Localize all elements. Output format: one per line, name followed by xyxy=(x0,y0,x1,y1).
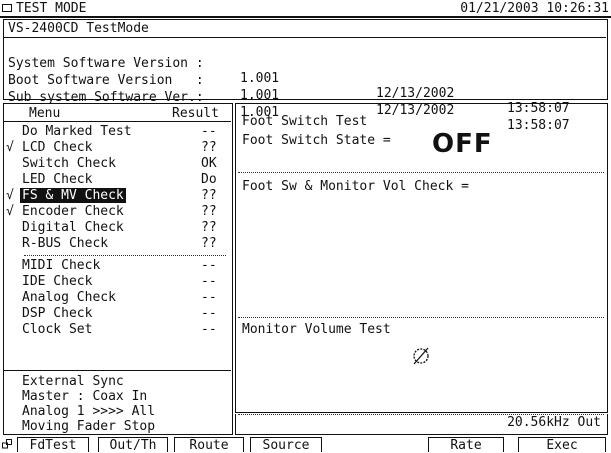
foot-switch-test-label: Foot Switch Test xyxy=(242,114,368,129)
menu-item-dsp-check[interactable]: DSP Check -- xyxy=(4,306,231,321)
rate-function-key[interactable]: Rate xyxy=(428,437,504,453)
result-header: Result xyxy=(172,106,219,121)
menu-item-switch-check[interactable]: Switch Check OK xyxy=(4,156,231,171)
menu-item-ide-check[interactable]: IDE Check -- xyxy=(4,274,231,289)
frequency-status: 20.56kHz Out xyxy=(235,414,608,435)
function-key-label: Rate xyxy=(450,438,482,453)
fdtest-function-key[interactable]: FdTest xyxy=(17,437,89,453)
check-mark-icon: √ xyxy=(6,140,14,155)
test-detail-panel: Foot Switch Test Foot Switch State = OFF… xyxy=(235,103,608,413)
menu-item-result: ?? xyxy=(201,204,217,219)
window-icon xyxy=(2,4,12,12)
check-mark-icon: √ xyxy=(6,188,14,203)
info-version: 1.001 xyxy=(240,71,280,86)
title-bar: TEST MODE 01/21/2003 10:26:31 xyxy=(0,0,611,18)
menu-item-label: IDE Check xyxy=(22,274,93,289)
menu-item-do-marked-test[interactable]: Do Marked Test -- xyxy=(4,124,231,139)
menu-item-result: -- xyxy=(201,322,217,337)
sync-status-line: Analog 1 >>>> All xyxy=(22,404,156,419)
divider xyxy=(4,37,606,38)
sync-status-line: Moving Fader Stop xyxy=(22,419,156,434)
menu-item-label: Clock Set xyxy=(22,322,93,337)
function-key-label: Exec xyxy=(546,438,578,453)
menu-item-result: OK xyxy=(201,156,217,171)
function-key-bar: FdTest Out/Th Route Source Rate Exec xyxy=(0,435,611,453)
out-th-function-key[interactable]: Out/Th xyxy=(98,437,168,453)
menu-item-label: MIDI Check xyxy=(22,258,101,273)
info-date: 12/13/2002 xyxy=(376,86,455,101)
divider xyxy=(238,172,604,173)
menu-item-clock-set[interactable]: Clock Set -- xyxy=(4,322,231,337)
source-function-key[interactable]: Source xyxy=(250,437,322,453)
menu-header: Menu xyxy=(29,106,61,121)
function-key-label: Route xyxy=(189,438,229,453)
menu-item-label-selected: FS & MV Check xyxy=(20,188,126,203)
info-version: 1.001 xyxy=(240,88,280,103)
menu-item-label: Switch Check xyxy=(22,156,116,171)
menu-item-led-check[interactable]: LED Check Do xyxy=(4,172,231,187)
menu-item-midi-check[interactable]: MIDI Check -- xyxy=(4,258,231,273)
divider xyxy=(4,121,231,122)
menu-item-result: ?? xyxy=(201,188,217,203)
menu-item-analog-check[interactable]: Analog Check -- xyxy=(4,290,231,305)
menu-item-rbus-check[interactable]: R-BUS Check ?? xyxy=(4,236,231,251)
divider xyxy=(238,317,604,318)
function-keys-icon xyxy=(2,439,12,449)
route-function-key[interactable]: Route xyxy=(174,437,244,453)
menu-item-result: -- xyxy=(201,124,217,139)
title-text: TEST MODE xyxy=(16,1,87,16)
menu-item-label: DSP Check xyxy=(22,306,93,321)
null-symbol-icon xyxy=(409,344,433,372)
date-time: 01/21/2003 10:26:31 xyxy=(460,1,609,16)
menu-item-label: Do Marked Test xyxy=(22,124,132,139)
function-key-label: Out/Th xyxy=(109,438,157,453)
menu-item-result: -- xyxy=(201,258,217,273)
monitor-volume-test-label: Monitor Volume Test xyxy=(242,322,391,337)
divider xyxy=(24,255,226,256)
menu-item-label: Encoder Check xyxy=(22,204,124,219)
menu-item-encoder-check[interactable]: √ Encoder Check ?? xyxy=(4,204,231,219)
menu-item-lcd-check[interactable]: √ LCD Check ?? xyxy=(4,140,231,155)
menu-item-result: Do xyxy=(201,172,217,187)
menu-item-result: ?? xyxy=(201,236,217,251)
foot-switch-state-value: OFF xyxy=(432,129,493,159)
menu-item-label: R-BUS Check xyxy=(22,236,109,251)
foot-switch-state-label: Foot Switch State = xyxy=(242,133,391,148)
divider xyxy=(4,370,231,371)
menu-item-label: LED Check xyxy=(22,172,93,187)
menu-item-result: ?? xyxy=(201,220,217,235)
menu-item-label: Analog Check xyxy=(22,290,116,305)
menu-item-result: -- xyxy=(201,306,217,321)
function-key-label: Source xyxy=(262,438,310,453)
menu-item-result: -- xyxy=(201,290,217,305)
menu-item-result: ?? xyxy=(201,140,217,155)
menu-item-fs-mv-check[interactable]: √ FS & MV Check ?? xyxy=(4,188,231,203)
check-mark-icon: √ xyxy=(6,204,14,219)
frequency-readout: 20.56kHz Out xyxy=(507,415,601,430)
exec-function-key[interactable]: Exec xyxy=(518,437,606,453)
version-info-panel: VS-2400CD TestMode System Software Versi… xyxy=(3,19,608,133)
monitor-check-label: Foot Sw & Monitor Vol Check = xyxy=(242,179,469,194)
menu-item-digital-check[interactable]: Digital Check ?? xyxy=(4,220,231,235)
menu-item-result: -- xyxy=(201,274,217,289)
model-label: VS-2400CD TestMode xyxy=(8,21,149,36)
function-key-label: FdTest xyxy=(29,438,77,453)
sync-status-line: Master : Coax In xyxy=(22,389,148,404)
sync-status-line: External Sync xyxy=(22,374,124,389)
menu-item-label: Digital Check xyxy=(22,220,124,235)
menu-panel: Menu Result Do Marked Test -- √ LCD Chec… xyxy=(3,103,233,435)
menu-item-label: LCD Check xyxy=(22,140,93,155)
